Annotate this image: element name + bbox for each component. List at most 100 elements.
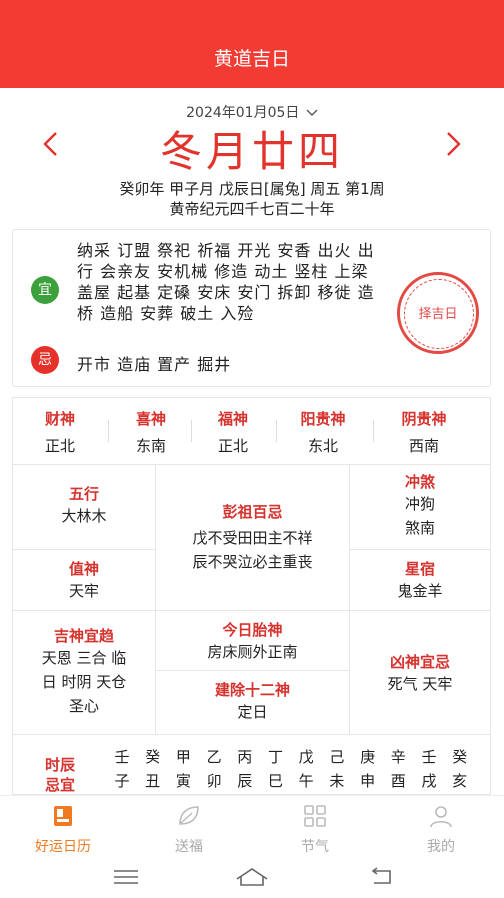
god-name: 阴贵神 (401, 410, 447, 428)
cell-title: 凶神宜忌 (389, 653, 450, 671)
shichen-column[interactable]: 庚申 (357, 745, 379, 793)
god-direction: 西南 (408, 437, 439, 455)
shichen-gan: 戊 (298, 748, 314, 766)
shichen-label-line: 忌宜 (44, 776, 75, 794)
yiji-card: 宜 纳采 订盟 祭祀 祈福 开光 安香 出火 出行 会亲友 安机械 修造 动土 … (12, 229, 491, 387)
shichen-column[interactable]: 癸亥 (449, 745, 471, 793)
tab-calendar[interactable]: 好运日历 (0, 804, 126, 856)
shichen-zhi: 酉 (390, 772, 406, 790)
shichen-column[interactable]: 甲寅 (172, 745, 194, 793)
god-name: 阳贵神 (300, 410, 346, 428)
home-icon (236, 868, 268, 886)
shichen-column[interactable]: 壬子 (111, 745, 133, 793)
tab-label: 我的 (427, 839, 455, 855)
date-section: 2024年01月05日 冬月廿四 癸卯年 甲子月 戊辰日[属兔] 周五 第1周 … (0, 100, 504, 220)
god-fushen: 福神 正北 (188, 408, 278, 456)
xiongshen-cell: 凶神宜忌 死气 天牢 (349, 611, 490, 735)
god-direction: 正北 (217, 437, 248, 455)
shichen-column[interactable]: 癸丑 (142, 745, 164, 793)
shichen-zhi: 巳 (267, 772, 283, 790)
system-nav-bar (0, 855, 504, 898)
cell-value: 定日 (237, 703, 268, 721)
cell-line: 圣心 (68, 697, 99, 715)
shichen-zhi: 寅 (175, 772, 191, 790)
cell-line: 煞南 (404, 519, 435, 537)
god-name: 财神 (44, 410, 75, 428)
shichen-column[interactable]: 丙辰 (234, 745, 256, 793)
yi-text: 纳采 订盟 祭祀 祈福 开光 安香 出火 出行 会亲友 安机械 修造 动土 竖柱… (77, 241, 375, 323)
cell-value: 房床厕外正南 (207, 643, 298, 661)
cell-value: 鬼金羊 (397, 582, 443, 600)
shichen-gan: 甲 (175, 748, 191, 766)
god-direction: 东南 (135, 437, 166, 455)
ji-badge: 忌 (31, 346, 59, 374)
shichen-column[interactable]: 戊午 (295, 745, 317, 793)
choose-lucky-day-button[interactable]: 择吉日 (397, 272, 479, 354)
cell-line: 冲狗 (404, 495, 435, 513)
gods-row: 财神 正北 喜神 东南 福神 正北 阳贵神 东北 阴贵神 西南 (12, 397, 491, 465)
tab-mine[interactable]: 我的 (378, 804, 504, 856)
menu-button[interactable] (106, 863, 146, 891)
cell-title: 五行 (68, 485, 99, 503)
tab-blessing[interactable]: 送福 (126, 804, 252, 856)
shichen-column[interactable]: 乙卯 (203, 745, 225, 793)
tab-label: 送福 (175, 839, 203, 855)
cell-title: 值神 (68, 560, 99, 578)
shichen-gan: 己 (329, 748, 345, 766)
shichen-zhi: 午 (298, 772, 314, 790)
cell-line: 辰不哭泣必主重丧 (192, 553, 313, 571)
cell-title: 吉神宜趋 (53, 627, 114, 645)
god-yinguishen: 阴贵神 西南 (379, 408, 469, 456)
tab-solar-terms[interactable]: 节气 (252, 804, 378, 856)
shichen-column[interactable]: 辛酉 (387, 745, 409, 793)
god-name: 喜神 (135, 410, 166, 428)
shichen-gan: 癸 (145, 748, 161, 766)
cell-title: 建除十二神 (214, 681, 290, 699)
shichen-column[interactable]: 己未 (326, 745, 348, 793)
bottom-tab-bar: 好运日历 送福 节气 我的 (0, 795, 504, 855)
taishen-cell: 今日胎神 房床厕外正南 (156, 611, 349, 671)
tab-label: 好运日历 (35, 839, 91, 855)
next-day-button[interactable] (446, 126, 462, 166)
pengzu-cell: 彭祖百忌 戊不受田田主不祥 辰不哭泣必主重丧 (156, 465, 349, 611)
shichen-zhi: 申 (360, 772, 376, 790)
menu-icon (114, 870, 138, 884)
shichen-gan: 壬 (114, 748, 130, 766)
shichen-zhi: 辰 (237, 772, 253, 790)
back-button[interactable] (362, 863, 402, 891)
cell-line: 日 时阴 天仓 (41, 673, 127, 691)
wuxing-cell: 五行 大林木 (13, 465, 156, 550)
shichen-zhi: 卯 (206, 772, 222, 790)
shichen-gan: 丙 (237, 748, 253, 766)
xingxiu-cell: 星宿 鬼金羊 (349, 550, 490, 611)
cell-title: 彭祖百忌 (222, 503, 283, 521)
shichen-label: 时辰 忌宜 (31, 755, 89, 794)
shichen-gan: 癸 (452, 748, 468, 766)
home-button[interactable] (232, 863, 272, 891)
chevron-right-icon (447, 132, 461, 156)
almanac-grid: 五行 大林木 值神 天牢 吉神宜趋 天恩 三合 临 日 时阴 天仓 圣心 彭祖百… (12, 465, 491, 735)
era-line: 黄帝纪元四千七百二十年 (169, 200, 335, 218)
shichen-zhi: 未 (329, 772, 345, 790)
god-xishen: 喜神 东南 (106, 408, 196, 456)
jishen-cell: 吉神宜趋 天恩 三合 临 日 时阴 天仓 圣心 (13, 611, 156, 735)
cell-value: 天牢 (68, 582, 99, 600)
shichen-zhi: 戌 (421, 772, 437, 790)
tab-label: 节气 (301, 839, 329, 855)
jianchu-cell: 建除十二神 定日 (156, 671, 349, 735)
shichen-gan: 辛 (390, 748, 406, 766)
stamp-label: 择吉日 (418, 307, 458, 322)
god-yangguishen: 阳贵神 东北 (278, 408, 368, 456)
chevron-down-icon (306, 109, 318, 116)
shichen-column[interactable]: 壬戌 (418, 745, 440, 793)
cell-value: 大林木 (61, 507, 107, 525)
ji-text: 开市 造庙 置产 掘井 (77, 355, 232, 374)
cell-value: 死气 天牢 (387, 675, 453, 693)
shichen-label-line: 时辰 (44, 756, 75, 774)
back-icon (371, 867, 391, 884)
leaf-icon (179, 806, 199, 825)
divider (276, 420, 277, 442)
cell-line: 戊不受田田主不祥 (192, 529, 313, 547)
shichen-column[interactable]: 丁巳 (265, 745, 287, 793)
lunar-date: 冬月廿四 (159, 127, 344, 176)
